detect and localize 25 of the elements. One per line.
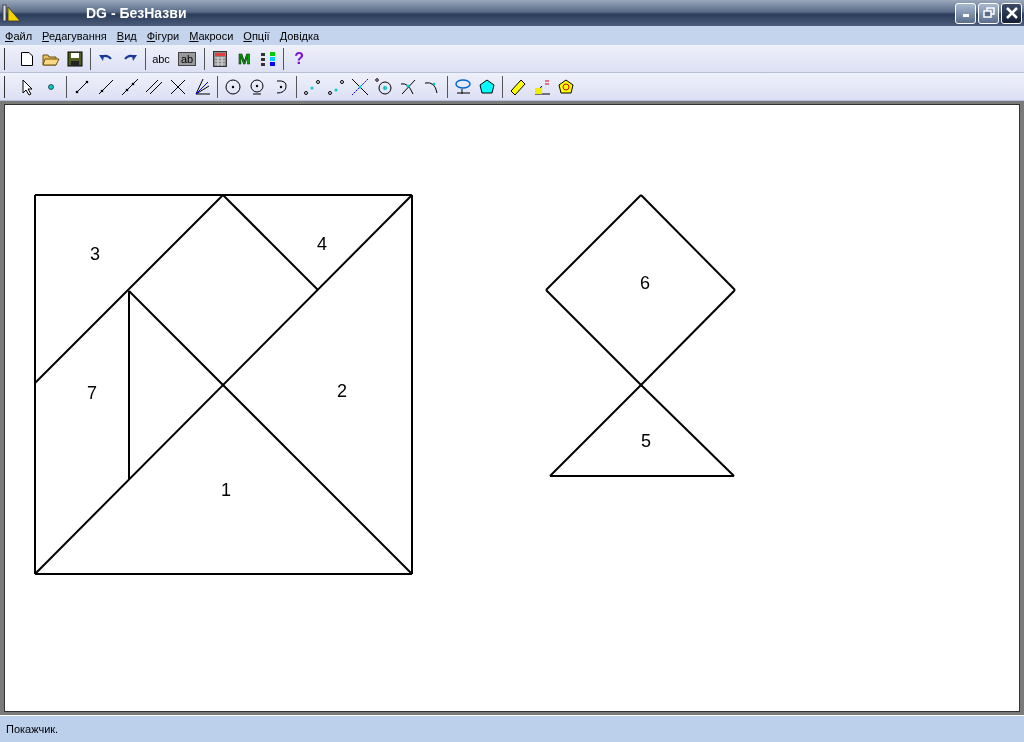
restore-button[interactable] <box>978 2 999 24</box>
menu-item[interactable]: Фігури <box>141 29 185 42</box>
text-field-tool-button[interactable]: ab <box>178 51 197 66</box>
menu-item[interactable]: Макроси <box>184 29 239 42</box>
macro-button[interactable]: M <box>233 46 256 71</box>
figure-label: 6 <box>640 272 650 294</box>
set-square-icon <box>2 3 22 23</box>
drawing-canvas[interactable]: 1 2 3 4 5 6 7 <box>4 104 1020 712</box>
figure-label: 7 <box>87 382 97 404</box>
restore-icon[interactable] <box>982 7 995 19</box>
figure-label: 1 <box>221 479 231 501</box>
window-title: DG - БезНазви <box>86 5 187 21</box>
figure-label: 3 <box>90 243 100 265</box>
figure-label: 4 <box>317 233 327 255</box>
text-tool-button[interactable]: abc <box>150 46 172 71</box>
menu-item[interactable]: Довідка <box>274 29 325 42</box>
menu-item[interactable]: Опції <box>238 29 275 42</box>
help-button[interactable]: ? <box>288 46 311 71</box>
menu-item[interactable]: Редагування <box>37 29 112 42</box>
figure-label: 2 <box>337 380 347 402</box>
minimize-button[interactable] <box>955 2 976 24</box>
status-text: Покажчик. <box>6 723 59 735</box>
figure-label: 5 <box>641 430 651 452</box>
menu-item[interactable]: Вид <box>111 29 142 42</box>
menu-item[interactable]: Файл <box>0 29 38 42</box>
